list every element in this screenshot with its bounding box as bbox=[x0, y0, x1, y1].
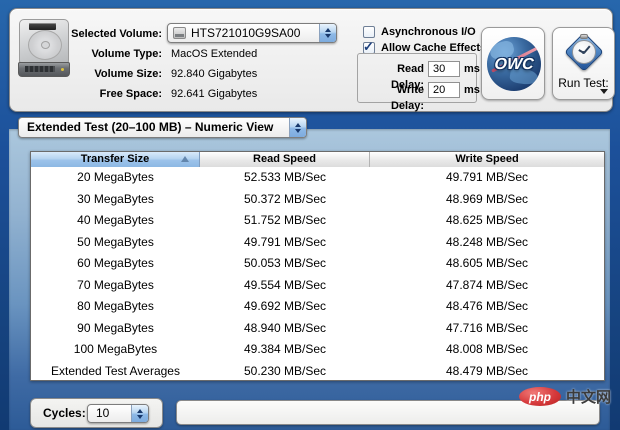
owc-logo-button[interactable]: OWC bbox=[481, 27, 545, 100]
selected-volume-label: Selected Volume: bbox=[50, 27, 162, 41]
read-speed-cell: 49.554 MB/Sec bbox=[200, 275, 370, 297]
write-delay-input[interactable] bbox=[428, 82, 460, 98]
volume-size-value: 92.840 Gigabytes bbox=[171, 67, 257, 81]
write-speed-cell: 47.716 MB/Sec bbox=[370, 318, 604, 340]
column-header-label: Transfer Size bbox=[81, 153, 149, 165]
run-test-label: Run Test: bbox=[553, 76, 614, 90]
write-speed-cell: 48.008 MB/Sec bbox=[370, 339, 604, 361]
transfer-size-cell: 90 MegaBytes bbox=[31, 318, 200, 340]
test-type-popup-value: Extended Test (20–100 MB) – Numeric View bbox=[27, 118, 273, 137]
settings-panel: Selected Volume: HTS721010G9SA00 Volume … bbox=[9, 8, 613, 112]
volume-type-label: Volume Type: bbox=[50, 47, 162, 61]
volume-size-label: Volume Size: bbox=[50, 67, 162, 81]
sort-ascending-icon bbox=[181, 156, 189, 162]
volume-mini-disk-icon bbox=[173, 27, 186, 39]
cycles-popup-value: 10 bbox=[96, 405, 109, 422]
transfer-size-cell: 30 MegaBytes bbox=[31, 189, 200, 211]
transfer-size-cell: 20 MegaBytes bbox=[31, 167, 200, 189]
popup-stepper-icon[interactable] bbox=[319, 24, 336, 42]
column-header-label: Write Speed bbox=[455, 153, 518, 165]
volume-select-popup[interactable]: HTS721010G9SA00 bbox=[167, 23, 337, 43]
table-row[interactable]: 50 MegaBytes 49.791 MB/Sec 48.248 MB/Sec bbox=[31, 232, 604, 254]
read-speed-cell: 49.384 MB/Sec bbox=[200, 339, 370, 361]
column-header-transfer-size[interactable]: Transfer Size bbox=[31, 152, 200, 167]
arrow-down-icon bbox=[325, 34, 331, 38]
transfer-size-cell: Extended Test Averages bbox=[31, 361, 200, 383]
write-delay-label: Write Delay: bbox=[362, 82, 424, 114]
read-speed-cell: 49.791 MB/Sec bbox=[200, 232, 370, 254]
table-header-row: Transfer Size Read Speed Write Speed bbox=[31, 152, 604, 167]
write-speed-cell: 48.969 MB/Sec bbox=[370, 189, 604, 211]
table-row[interactable]: 30 MegaBytes 50.372 MB/Sec 48.969 MB/Sec bbox=[31, 189, 604, 211]
async-io-checkbox-label: Asynchronous I/O bbox=[381, 26, 476, 38]
transfer-size-cell: 80 MegaBytes bbox=[31, 296, 200, 318]
table-row[interactable]: 70 MegaBytes 49.554 MB/Sec 47.874 MB/Sec bbox=[31, 275, 604, 297]
transfer-size-cell: 70 MegaBytes bbox=[31, 275, 200, 297]
volume-type-value: MacOS Extended bbox=[171, 47, 257, 61]
transfer-size-cell: 40 MegaBytes bbox=[31, 210, 200, 232]
cycles-box: Cycles: 10 bbox=[30, 398, 163, 428]
arrow-up-icon bbox=[325, 28, 331, 32]
column-header-label: Read Speed bbox=[253, 153, 316, 165]
free-space-value: 92.641 Gigabytes bbox=[171, 87, 257, 101]
read-delay-row: Read Delay: ms bbox=[358, 61, 476, 77]
arrow-down-icon bbox=[137, 415, 143, 419]
read-delay-input[interactable] bbox=[428, 61, 460, 77]
checkbox-icon[interactable]: ✓ bbox=[363, 26, 375, 38]
arrow-up-icon bbox=[295, 123, 301, 127]
write-speed-cell: 48.605 MB/Sec bbox=[370, 253, 604, 275]
transfer-size-cell: 60 MegaBytes bbox=[31, 253, 200, 275]
cycles-label: Cycles: bbox=[43, 399, 86, 427]
write-speed-cell: 48.476 MB/Sec bbox=[370, 296, 604, 318]
read-speed-cell: 50.372 MB/Sec bbox=[200, 189, 370, 211]
column-header-read-speed[interactable]: Read Speed bbox=[200, 152, 370, 167]
transfer-size-cell: 50 MegaBytes bbox=[31, 232, 200, 254]
table-row[interactable]: 20 MegaBytes 52.533 MB/Sec 49.791 MB/Sec bbox=[31, 167, 604, 189]
read-speed-cell: 50.230 MB/Sec bbox=[200, 361, 370, 383]
table-row[interactable]: 40 MegaBytes 51.752 MB/Sec 48.625 MB/Sec bbox=[31, 210, 604, 232]
stopwatch-crown-icon bbox=[580, 34, 588, 39]
write-speed-cell: 48.479 MB/Sec bbox=[370, 361, 604, 383]
transfer-size-cell: 100 MegaBytes bbox=[31, 339, 200, 361]
delay-settings-group: Read Delay: ms Write Delay: ms bbox=[357, 53, 477, 103]
watermark: php 中文网 bbox=[519, 386, 611, 407]
volume-popup-value: HTS721010G9SA00 bbox=[191, 24, 300, 42]
test-type-popup[interactable]: Extended Test (20–100 MB) – Numeric View bbox=[18, 117, 307, 138]
write-delay-row: Write Delay: ms bbox=[358, 82, 476, 98]
write-speed-cell: 48.625 MB/Sec bbox=[370, 210, 604, 232]
write-delay-unit: ms bbox=[464, 82, 480, 98]
popup-stepper-icon[interactable] bbox=[289, 118, 306, 137]
column-header-write-speed[interactable]: Write Speed bbox=[370, 152, 604, 167]
read-speed-cell: 50.053 MB/Sec bbox=[200, 253, 370, 275]
read-speed-cell: 52.533 MB/Sec bbox=[200, 167, 370, 189]
arrow-down-icon bbox=[295, 129, 301, 133]
php-logo-icon: php bbox=[519, 387, 561, 406]
stopwatch-center-dot bbox=[582, 51, 585, 54]
results-table: Transfer Size Read Speed Write Speed 20 … bbox=[30, 151, 605, 381]
cycles-popup[interactable]: 10 bbox=[87, 404, 149, 423]
write-speed-cell: 48.248 MB/Sec bbox=[370, 232, 604, 254]
table-row[interactable]: Extended Test Averages 50.230 MB/Sec 48.… bbox=[31, 361, 604, 383]
owc-globe-icon: OWC bbox=[487, 37, 541, 91]
arrow-up-icon bbox=[137, 409, 143, 413]
popup-stepper-icon[interactable] bbox=[131, 405, 148, 422]
write-speed-cell: 47.874 MB/Sec bbox=[370, 275, 604, 297]
run-test-button[interactable]: Run Test: bbox=[552, 27, 615, 100]
read-speed-cell: 51.752 MB/Sec bbox=[200, 210, 370, 232]
table-body: 20 MegaBytes 52.533 MB/Sec 49.791 MB/Sec… bbox=[31, 167, 604, 382]
watermark-site-text: 中文网 bbox=[566, 386, 611, 407]
read-delay-unit: ms bbox=[464, 61, 480, 77]
dropdown-arrow-icon bbox=[600, 89, 608, 94]
write-speed-cell: 49.791 MB/Sec bbox=[370, 167, 604, 189]
table-row[interactable]: 60 MegaBytes 50.053 MB/Sec 48.605 MB/Sec bbox=[31, 253, 604, 275]
table-row[interactable]: 80 MegaBytes 49.692 MB/Sec 48.476 MB/Sec bbox=[31, 296, 604, 318]
owc-logo-text: OWC bbox=[487, 56, 541, 74]
read-speed-cell: 49.692 MB/Sec bbox=[200, 296, 370, 318]
read-speed-cell: 48.940 MB/Sec bbox=[200, 318, 370, 340]
free-space-label: Free Space: bbox=[50, 87, 162, 101]
hard-drive-hub bbox=[41, 41, 50, 49]
table-row[interactable]: 90 MegaBytes 48.940 MB/Sec 47.716 MB/Sec bbox=[31, 318, 604, 340]
table-row[interactable]: 100 MegaBytes 49.384 MB/Sec 48.008 MB/Se… bbox=[31, 339, 604, 361]
